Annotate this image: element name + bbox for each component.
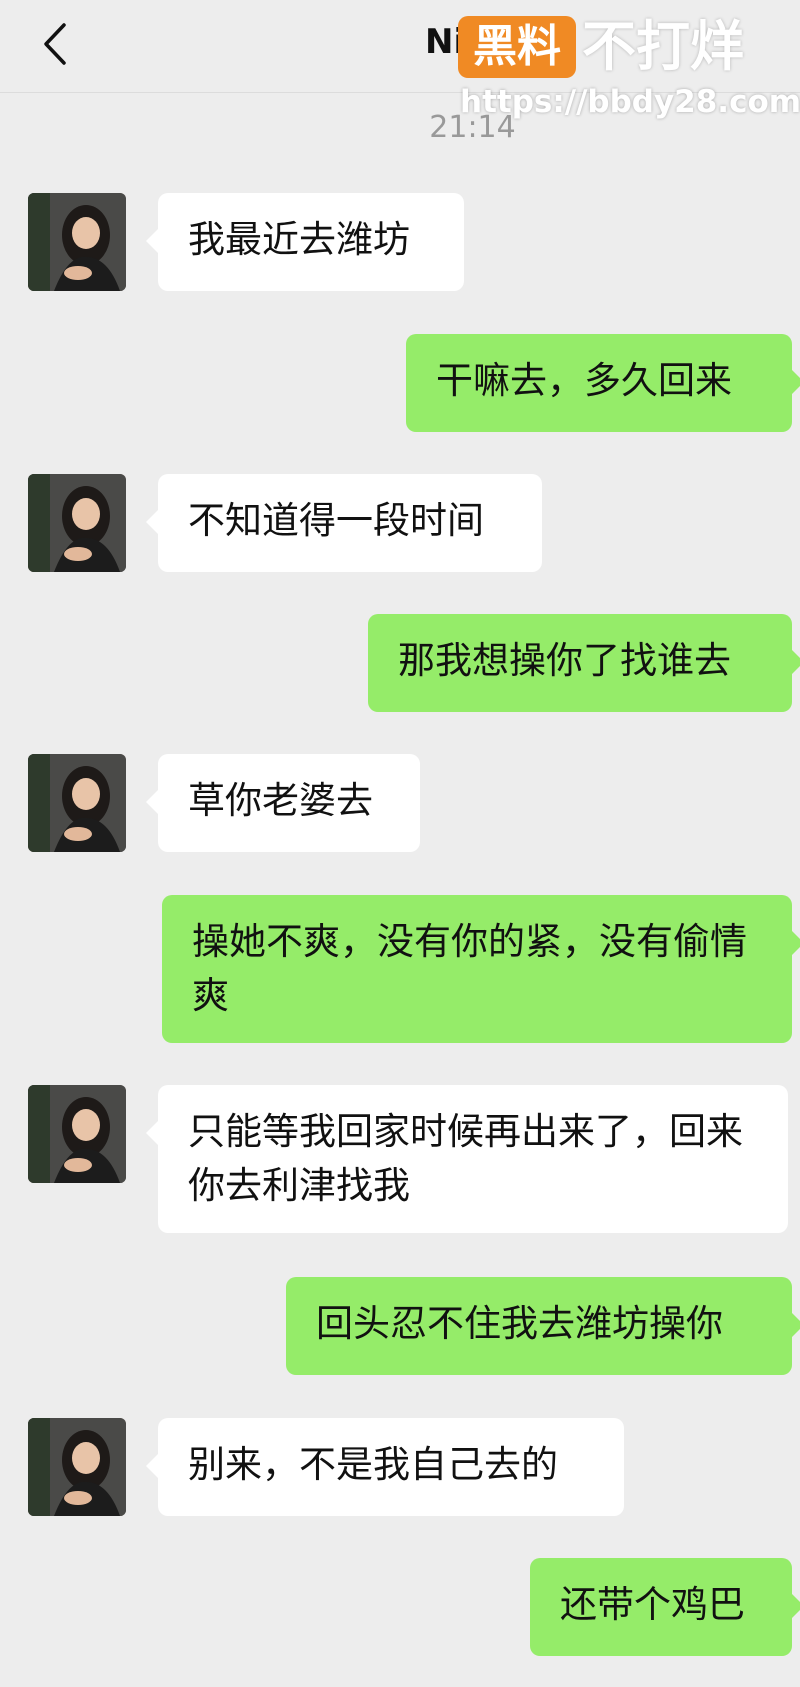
message-bubble-received[interactable]: 草你老婆去 (146, 754, 420, 852)
avatar[interactable] (28, 1085, 126, 1183)
contact-avatar-image (28, 474, 126, 572)
contact-avatar-image (28, 1418, 126, 1516)
message-bubble-sent[interactable]: 还带个鸡巴 (530, 1558, 800, 1656)
avatar[interactable] (28, 474, 126, 572)
message-bubble-received[interactable]: 只能等我回家时候再出来了，回来你去利津找我 (146, 1085, 788, 1233)
watermark-title: 不打烊 (582, 15, 744, 78)
message-timestamp: 21:14 (429, 110, 516, 145)
avatar[interactable] (28, 1418, 126, 1516)
contact-avatar-image (28, 193, 126, 291)
chat-header: Ni 黑料 不打烊 https://bbdy28.com (0, 0, 800, 120)
message-bubble-received[interactable]: 不知道得一段时间 (146, 474, 542, 572)
avatar[interactable] (28, 754, 126, 852)
watermark-badge: 黑料 (458, 16, 576, 78)
chevron-left-icon (44, 23, 66, 65)
message-bubble-sent[interactable]: 操她不爽，没有你的紧，没有偷情爽 (162, 895, 800, 1043)
message-bubble-received[interactable]: 别来，不是我自己去的 (146, 1418, 624, 1516)
message-bubble-sent[interactable]: 那我想操你了找谁去 (368, 614, 800, 712)
chat-screen: Ni 黑料 不打烊 https://bbdy28.com 21:14 我最近去潍… (0, 0, 800, 1687)
contact-avatar-image (28, 754, 126, 852)
message-bubble-sent[interactable]: 回头忍不住我去潍坊操你 (286, 1277, 800, 1375)
message-bubble-sent[interactable]: 干嘛去，多久回来 (406, 334, 800, 432)
back-button[interactable] (30, 16, 80, 72)
contact-avatar-image (28, 1085, 126, 1183)
message-bubble-received[interactable]: 我最近去潍坊 (146, 193, 464, 291)
avatar[interactable] (28, 193, 126, 291)
